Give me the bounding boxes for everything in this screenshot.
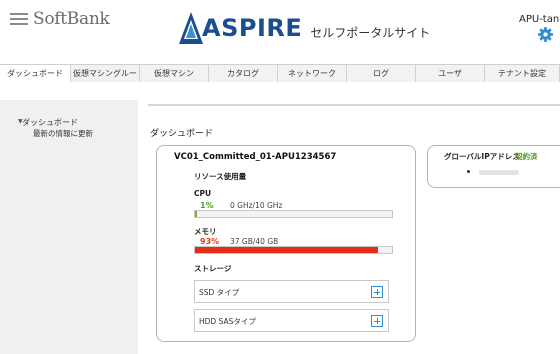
bullet-icon bbox=[467, 170, 470, 173]
plus-icon[interactable] bbox=[371, 315, 383, 327]
sidebar-item-dashboard[interactable]: ▼ ダッシュボード bbox=[18, 117, 78, 128]
softbank-logo-text: SoftBank bbox=[33, 9, 110, 29]
sidebar: ▼ ダッシュボード 最新の情報に更新 bbox=[0, 100, 138, 354]
cpu-usage: 0 GHz/10 GHz bbox=[230, 201, 283, 210]
tab-users[interactable]: ユーザ bbox=[416, 65, 485, 82]
tab-vm-groups[interactable]: 仮想マシングルー bbox=[71, 65, 140, 82]
tab-tenant-settings[interactable]: テナント設定 bbox=[485, 65, 560, 82]
cpu-usage-fill bbox=[195, 211, 197, 217]
memory-usage-bar bbox=[194, 246, 393, 254]
portal-title: セルフポータルサイト bbox=[310, 25, 431, 40]
memory-label: メモリ bbox=[194, 227, 217, 236]
storage-ssd-row: SSD タイプ bbox=[194, 280, 389, 303]
tab-network[interactable]: ネットワーク bbox=[278, 65, 347, 82]
main-tabs: ダッシュボード 仮想マシングルー 仮想マシン カタログ ネットワーク ログ ユー… bbox=[0, 64, 560, 82]
tab-vms[interactable]: 仮想マシン bbox=[140, 65, 209, 82]
sidebar-item-refresh[interactable]: 最新の情報に更新 bbox=[33, 128, 93, 139]
aspire-logo-text: ASPIRE bbox=[202, 14, 303, 42]
memory-percent: 93% bbox=[200, 237, 220, 246]
storage-hdd-row: HDD SASタイプ bbox=[194, 309, 389, 332]
expand-triangle-icon: ▼ bbox=[18, 118, 23, 125]
cpu-usage-bar bbox=[194, 210, 393, 218]
header: SoftBank ASPIRE セルフポータルサイト APU-tan bbox=[0, 0, 560, 62]
storage-label: ストレージ bbox=[194, 264, 232, 273]
softbank-logo[interactable]: SoftBank bbox=[10, 9, 110, 29]
memory-usage-fill bbox=[195, 247, 379, 253]
tab-dashboard[interactable]: ダッシュボード bbox=[0, 65, 71, 82]
cpu-percent: 1% bbox=[200, 201, 214, 210]
page-title: ダッシュボード bbox=[150, 129, 214, 139]
global-ip-card: グローバルIPアドレス 契約済 bbox=[427, 145, 560, 188]
content-divider bbox=[148, 104, 560, 106]
storage-type-label: SSD タイプ bbox=[199, 288, 240, 297]
aspire-mountain-icon bbox=[179, 12, 203, 44]
user-name[interactable]: APU-tan bbox=[519, 14, 559, 25]
vm-resource-card: VC01_Committed_01-APU1234567 リソース使用量 CPU… bbox=[156, 145, 416, 342]
memory-usage: 37 GB/40 GB bbox=[230, 237, 279, 246]
tab-catalog[interactable]: カタログ bbox=[209, 65, 278, 82]
vm-name[interactable]: VC01_Committed_01-APU1234567 bbox=[174, 152, 336, 162]
cpu-label: CPU bbox=[194, 189, 212, 198]
resource-usage-label: リソース使用量 bbox=[194, 172, 247, 181]
gear-icon[interactable] bbox=[538, 27, 553, 42]
contract-status: 契約済 bbox=[515, 152, 538, 161]
global-ip-title: グローバルIPアドレス bbox=[444, 152, 520, 161]
sidebar-item-label: ダッシュボード bbox=[22, 118, 78, 127]
redacted-ip-address bbox=[479, 170, 519, 175]
aspire-logo: ASPIRE セルフポータルサイト bbox=[178, 11, 430, 45]
tab-log[interactable]: ログ bbox=[347, 65, 416, 82]
plus-icon[interactable] bbox=[371, 286, 383, 298]
storage-type-label: HDD SASタイプ bbox=[199, 317, 256, 326]
menu-lines-icon bbox=[10, 13, 28, 25]
